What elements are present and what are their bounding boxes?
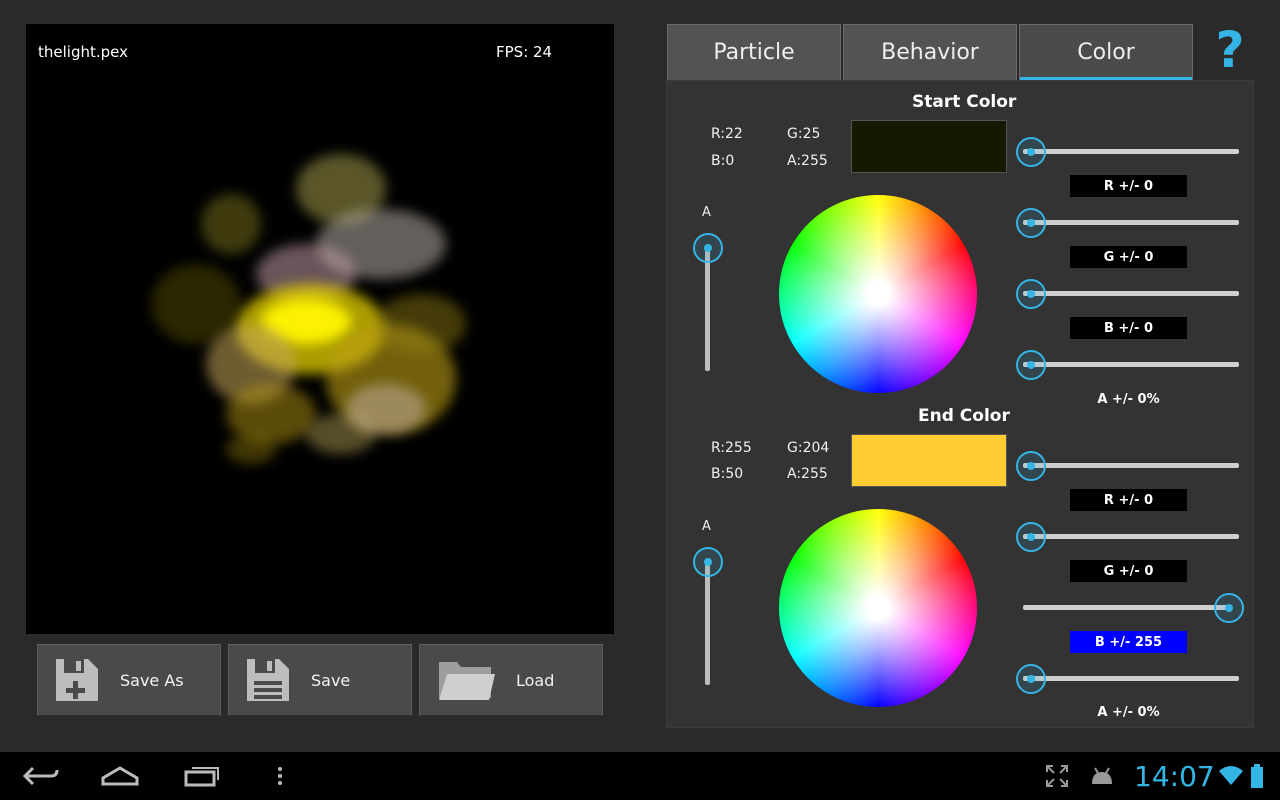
start-b-variance-thumb[interactable]: [1016, 279, 1046, 309]
start-g-value: G:25: [787, 126, 821, 142]
start-r-variance-thumb[interactable]: [1016, 137, 1046, 167]
start-a-variance-thumb[interactable]: [1016, 350, 1046, 380]
start-b-variance-label: B +/- 0: [1070, 317, 1187, 339]
tab-particle-label: Particle: [713, 40, 795, 65]
save-as-button[interactable]: Save As: [37, 644, 221, 716]
end-g-variance-slider[interactable]: [1023, 534, 1239, 539]
fullscreen-icon: [1044, 760, 1070, 792]
start-g-variance-label: G +/- 0: [1070, 246, 1187, 268]
load-button[interactable]: Load: [419, 644, 603, 716]
android-debug-icon: [1088, 760, 1116, 792]
particle-preview[interactable]: thelight.pex FPS: 24: [26, 24, 614, 634]
end-alpha-slider[interactable]: [705, 563, 710, 685]
start-g-variance-thumb[interactable]: [1016, 208, 1046, 238]
start-b-variance-slider[interactable]: [1023, 291, 1239, 296]
recent-apps-icon[interactable]: [182, 760, 222, 792]
save-label: Save: [311, 670, 351, 690]
end-alpha-thumb[interactable]: [693, 547, 723, 577]
end-r-variance-slider[interactable]: [1023, 463, 1239, 468]
end-b-variance-label: B +/- 255: [1070, 631, 1187, 653]
home-icon[interactable]: [100, 760, 140, 792]
start-g-variance-slider[interactable]: [1023, 220, 1239, 225]
save-icon: [243, 655, 293, 705]
help-icon[interactable]: ?: [1210, 20, 1250, 80]
tab-behavior[interactable]: Behavior: [843, 24, 1017, 80]
save-as-label: Save As: [120, 670, 184, 690]
end-a-value: A:255: [787, 466, 828, 482]
start-alpha-slider[interactable]: [705, 249, 710, 371]
status-clock: 14:07: [1134, 760, 1215, 793]
start-a-value: A:255: [787, 153, 828, 169]
start-alpha-thumb[interactable]: [693, 233, 723, 263]
start-color-wheel[interactable]: [779, 195, 977, 393]
start-a-variance-label: A +/- 0%: [1097, 392, 1160, 407]
end-color-wheel[interactable]: [779, 509, 977, 707]
menu-icon[interactable]: [272, 760, 288, 792]
save-as-icon: [52, 655, 102, 705]
load-label: Load: [516, 670, 555, 690]
end-r-value: R:255: [711, 440, 752, 456]
end-r-variance-label: R +/- 0: [1070, 489, 1187, 511]
wifi-icon: [1218, 760, 1244, 792]
start-color-title: Start Color: [912, 92, 1017, 112]
start-alpha-label: A: [702, 205, 711, 220]
preview-fps: FPS: 24: [496, 43, 553, 61]
start-b-value: B:0: [711, 153, 735, 169]
save-button[interactable]: Save: [228, 644, 412, 716]
system-nav-bar: [0, 752, 1280, 800]
start-r-value: R:22: [711, 126, 743, 142]
start-a-variance-slider[interactable]: [1023, 362, 1239, 367]
folder-icon: [436, 655, 498, 705]
tab-color-label: Color: [1077, 40, 1135, 65]
color-panel: Start Color R:22 G:25 B:0 A:255 A R +/- …: [666, 80, 1254, 728]
back-icon[interactable]: [20, 760, 60, 792]
end-alpha-label: A: [702, 519, 711, 534]
start-r-variance-slider[interactable]: [1023, 149, 1239, 154]
battery-icon: [1250, 760, 1264, 792]
end-a-variance-thumb[interactable]: [1016, 664, 1046, 694]
tab-color[interactable]: Color: [1019, 24, 1193, 80]
end-a-variance-slider[interactable]: [1023, 676, 1239, 681]
preview-filename: thelight.pex: [38, 43, 128, 61]
end-g-variance-label: G +/- 0: [1070, 560, 1187, 582]
particle-designer-app: thelight.pex FPS: 24 Save As Save Load P…: [0, 0, 1280, 752]
end-b-variance-slider[interactable]: [1023, 605, 1229, 610]
end-g-value: G:204: [787, 440, 830, 456]
end-a-variance-label: A +/- 0%: [1097, 705, 1160, 720]
end-r-variance-thumb[interactable]: [1016, 451, 1046, 481]
end-color-swatch: [851, 434, 1007, 487]
end-g-variance-thumb[interactable]: [1016, 522, 1046, 552]
end-b-value: B:50: [711, 466, 744, 482]
end-b-variance-thumb[interactable]: [1214, 593, 1244, 623]
tab-behavior-label: Behavior: [881, 40, 979, 65]
start-color-swatch: [851, 120, 1007, 173]
start-r-variance-label: R +/- 0: [1070, 175, 1187, 197]
end-color-title: End Color: [918, 406, 1010, 426]
tab-particle[interactable]: Particle: [667, 24, 841, 80]
